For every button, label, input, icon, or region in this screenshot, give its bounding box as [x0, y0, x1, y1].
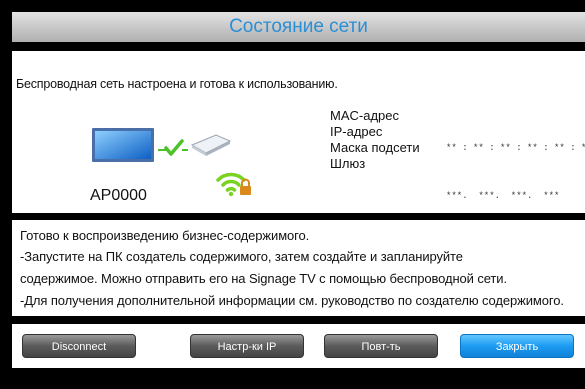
router-icon [190, 134, 232, 156]
close-button[interactable]: Закрыть [460, 334, 574, 358]
bottom-strip [12, 368, 585, 389]
dialog-title: Состояние сети [229, 16, 368, 37]
ip-settings-button[interactable]: Настр-ки IP [190, 334, 304, 358]
network-status-dialog: Состояние сети Беспроводная сеть настрое… [12, 12, 585, 389]
title-bar: Состояние сети [12, 12, 585, 42]
ip-label: IP-адрес [330, 124, 383, 139]
intro-text: Беспроводная сеть настроена и готова к и… [16, 77, 338, 91]
message-panel: Готово к воспроизведению бизнес-содержим… [12, 220, 585, 316]
retry-button[interactable]: Повт-ть [324, 334, 438, 358]
mac-label: MAC-адрес [330, 108, 399, 123]
disconnect-button[interactable]: Disconnect [22, 334, 136, 358]
message-line: Готово к воспроизведению бизнес-содержим… [20, 228, 310, 243]
message-line: содержимое. Можно отправить его на Signa… [20, 271, 507, 286]
wifi-lock-icon [216, 172, 251, 197]
button-bar: Disconnect Настр-ки IP Повт-ть Закрыть [12, 324, 585, 368]
gateway-label: Шлюз [330, 156, 366, 171]
message-line: -Запустите на ПК создатель содержимого, … [20, 249, 463, 264]
access-point-name: AP0000 [90, 187, 147, 204]
mac-value: ** : ** : ** : ** : ** : ** [446, 143, 585, 153]
ip-value: ***. ***. ***. *** [446, 191, 560, 201]
subnet-label: Маска подсети [330, 140, 420, 155]
message-line: -Для получения дополнительной информации… [20, 293, 564, 308]
network-info-labels: MAC-адрес IP-адрес Маска подсети Шлюз [330, 108, 420, 172]
check-icon [158, 139, 188, 156]
network-info-panel: Беспроводная сеть настроена и готова к и… [12, 51, 585, 297]
tv-icon [92, 128, 154, 162]
